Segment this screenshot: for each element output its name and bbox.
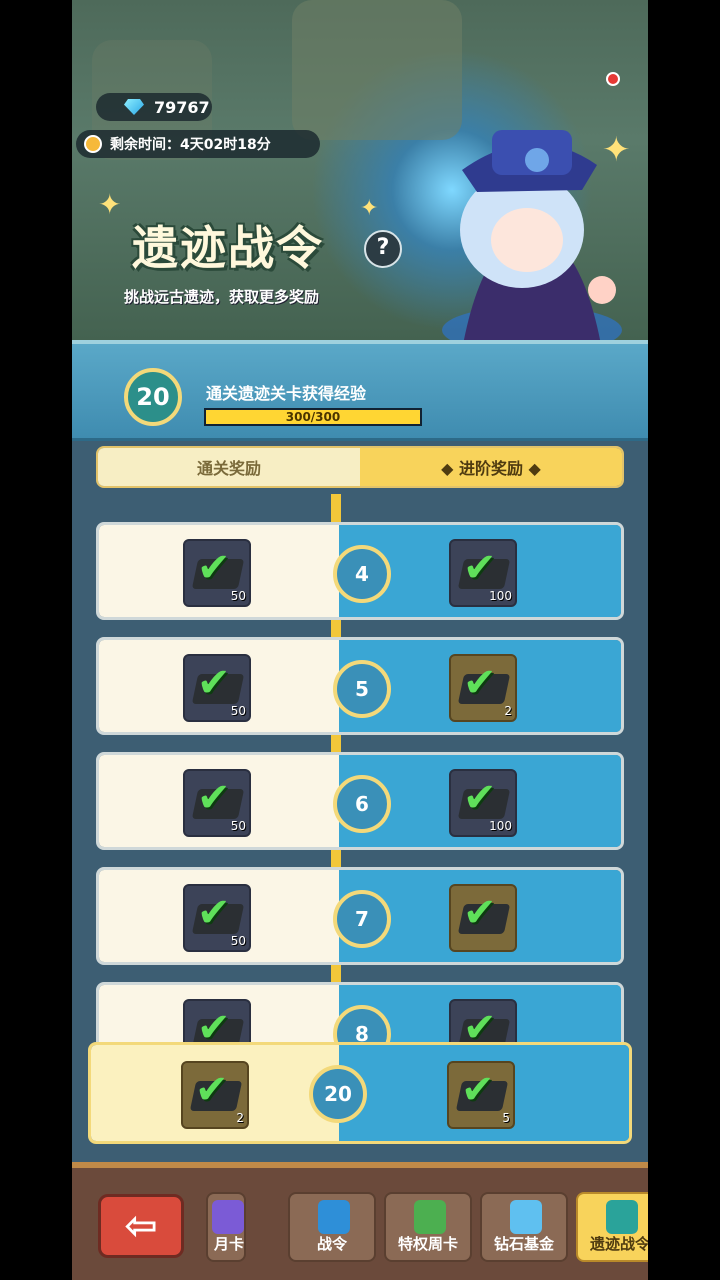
nav-label: 月卡 [213,1235,244,1253]
reward-count: 2 [504,704,512,718]
final-reward-row: ✔ 2 20 ✔ 5 [88,1042,632,1144]
reward-row: ✔ 50 5 ✔ 2 [96,637,624,735]
reward-track[interactable]: ✔ 50 4 ✔ 100 ✔ 50 5 ✔ 2 ✔ 50 6 ✔ 100 ✔ 50 7 ✔ ✔ 8 ✔ [72,494,648,1054]
final-advanced-reward[interactable]: ✔ 5 [447,1061,515,1129]
claimed-check-icon: ✔ [463,775,497,821]
diamond-icon [124,99,144,115]
bottom-nav: ⇦ 月卡 战令 特权周卡 钻石基金 遗迹战令 [72,1162,648,1280]
nav-icon [212,1200,244,1234]
xp-progress-text: 300/300 [285,410,341,424]
diamond-amount: 79767 [154,97,210,117]
sparkle-icon: ✦ [360,196,379,221]
nav-item[interactable]: 钻石基金 [480,1192,568,1262]
final-level-badge: 20 [309,1065,367,1123]
reward-row: ✔ 50 7 ✔ [96,867,624,965]
free-reward-slot[interactable]: ✔ 50 [183,884,251,952]
reward-count: 100 [489,589,512,603]
claimed-check-icon: ✔ [195,1067,229,1113]
level-description: 通关遗迹关卡获得经验 [206,384,367,403]
claimed-check-icon: ✔ [197,660,231,706]
claimed-check-icon: ✔ [463,660,497,706]
notification-dot [606,72,620,86]
reward-count: 2 [236,1111,244,1125]
reward-count: 50 [230,589,246,603]
level-badge: 7 [333,890,391,948]
help-button[interactable]: ? [364,230,402,268]
banner: ✦ ✦ ✦ 79767 剩余时间：4天02时18分 遗迹战令 ? 挑战远古遗迹，… [72,0,648,350]
nav-icon [414,1200,446,1234]
reward-row: ✔ 50 6 ✔ 100 [96,752,624,850]
reward-count: 50 [230,819,246,833]
advanced-reward-slot[interactable]: ✔ [449,884,517,952]
level-badge: 5 [333,660,391,718]
level-badge: 4 [333,545,391,603]
diamond-counter: 79767 [96,93,212,121]
claimed-check-icon: ✔ [461,1067,495,1113]
final-free-reward[interactable]: ✔ 2 [181,1061,249,1129]
nav-icon [510,1200,542,1234]
free-reward-slot[interactable]: ✔ 50 [183,654,251,722]
free-reward-slot[interactable]: ✔ 50 [183,769,251,837]
nav-item[interactable]: 战令 [288,1192,376,1262]
nav-item[interactable]: 月卡 [206,1192,246,1262]
clock-icon [84,135,102,153]
nav-label: 战令 [316,1235,347,1253]
nav-item[interactable]: 遗迹战令 [576,1192,648,1262]
xp-progress-bar: 300/300 [204,408,422,426]
reward-count: 50 [230,934,246,948]
nav-item[interactable]: 特权周卡 [384,1192,472,1262]
reward-count: 5 [502,1111,510,1125]
level-badge: 6 [333,775,391,833]
level-progress-panel: 20 通关遗迹关卡获得经验 300/300 [72,340,648,441]
page-title: 遗迹战令 [132,221,324,275]
claimed-check-icon: ✔ [197,890,231,936]
advanced-reward-slot[interactable]: ✔ 100 [449,769,517,837]
time-remaining: 剩余时间：4天02时18分 [76,130,320,158]
reward-tabs: 通关奖励 ◆ 进阶奖励 ◆ [96,446,624,488]
free-reward-slot[interactable]: ✔ 50 [183,539,251,607]
battle-pass-screen: ✦ ✦ ✦ 79767 剩余时间：4天02时18分 遗迹战令 ? 挑战远古遗迹，… [72,0,648,1280]
page-subtitle: 挑战远古遗迹，获取更多奖励 [124,288,320,306]
reward-row: ✔ 50 4 ✔ 100 [96,522,624,620]
nav-icon [606,1200,638,1234]
claimed-check-icon: ✔ [463,545,497,591]
claimed-check-icon: ✔ [463,890,497,936]
reward-count: 50 [230,704,246,718]
tab-free-rewards[interactable]: 通关奖励 [98,448,360,486]
advanced-reward-slot[interactable]: ✔ 2 [449,654,517,722]
claimed-check-icon: ✔ [197,775,231,821]
reward-count: 100 [489,819,512,833]
sparkle-icon: ✦ [602,130,631,170]
current-level-badge: 20 [124,368,182,426]
back-button[interactable]: ⇦ [98,1194,184,1258]
claimed-check-icon: ✔ [197,545,231,591]
time-remaining-label: 剩余时间：4天02时18分 [110,137,271,153]
sparkle-icon: ✦ [98,188,122,221]
tab-advanced-rewards[interactable]: ◆ 进阶奖励 ◆ [360,448,622,486]
nav-label: 遗迹战令 [589,1235,648,1253]
nav-icon [318,1200,350,1234]
nav-label: 特权周卡 [397,1235,458,1253]
nav-label: 钻石基金 [493,1235,554,1253]
advanced-reward-slot[interactable]: ✔ 100 [449,539,517,607]
